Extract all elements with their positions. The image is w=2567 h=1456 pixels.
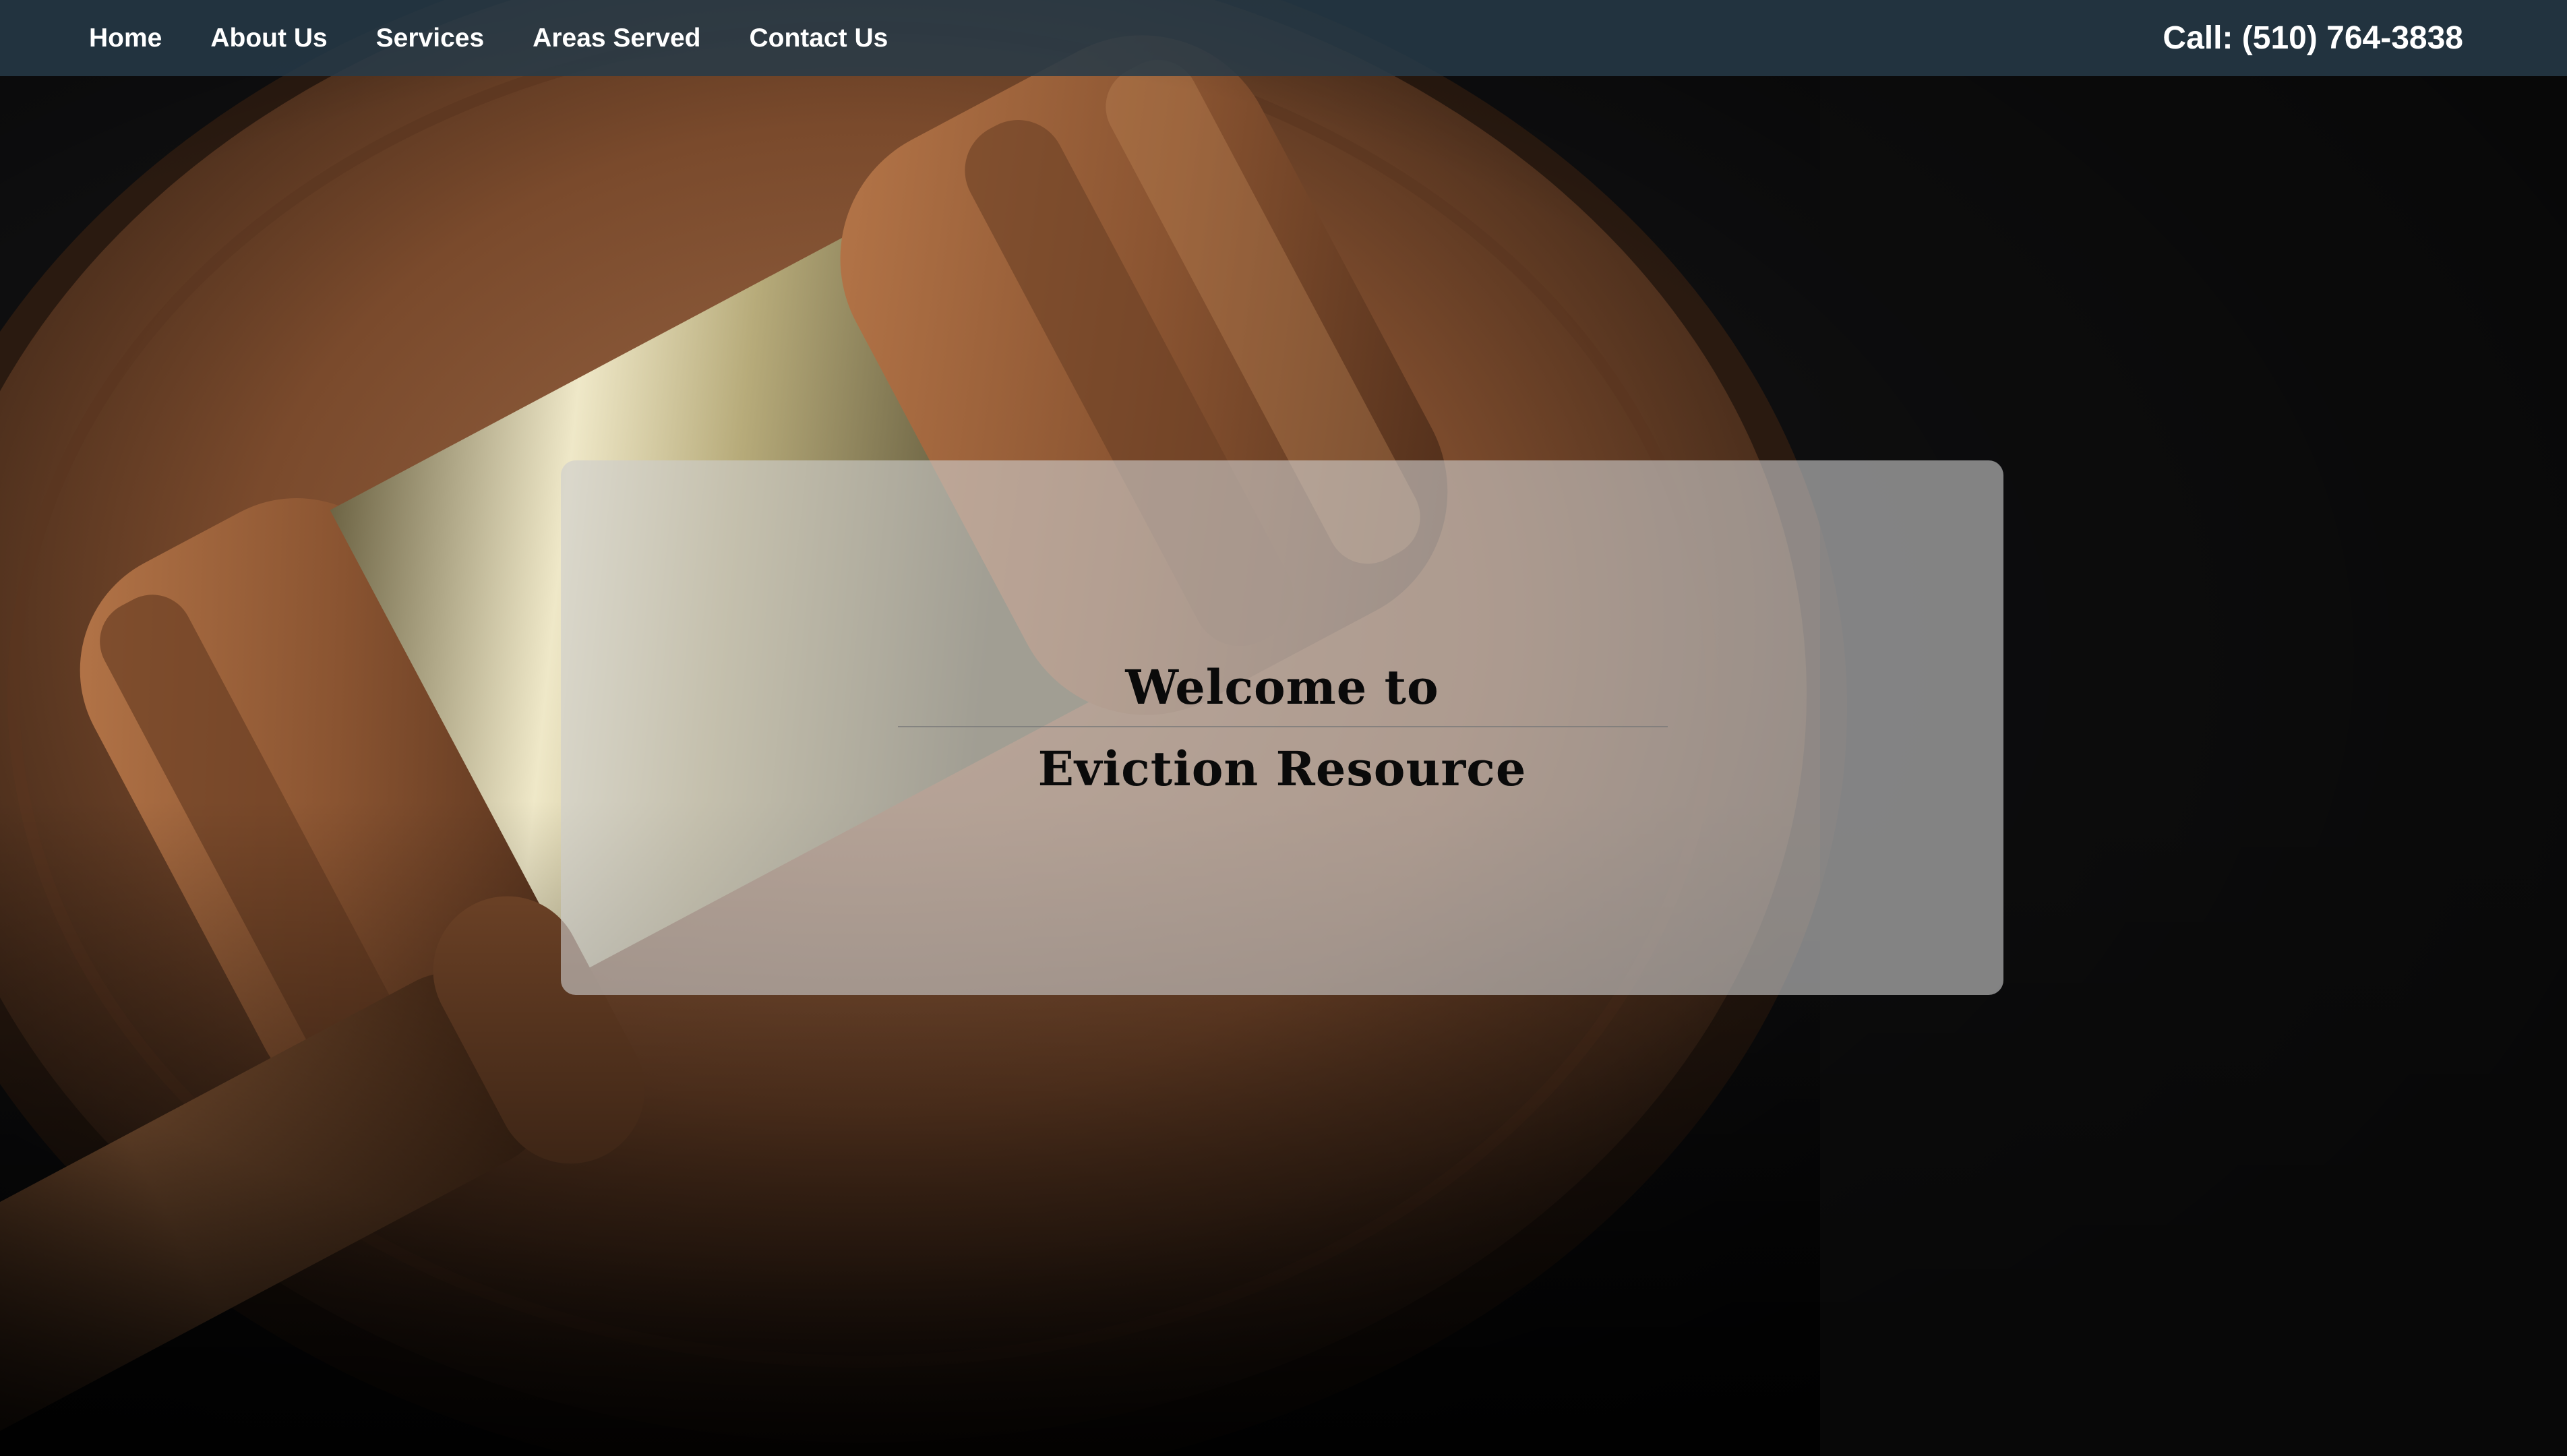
phone-call-link[interactable]: Call: (510) 764-3838: [2163, 0, 2463, 76]
welcome-heading-line2: Eviction Resource: [1037, 741, 1527, 797]
nav-links: Home About Us Services Areas Served Cont…: [89, 0, 936, 76]
top-navbar: Home About Us Services Areas Served Cont…: [0, 0, 2567, 76]
nav-link-areas-served[interactable]: Areas Served: [533, 24, 700, 53]
nav-link-home[interactable]: Home: [89, 24, 162, 53]
page: Home About Us Services Areas Served Cont…: [0, 0, 2567, 1456]
welcome-card: Welcome to Eviction Resource: [561, 460, 2003, 995]
nav-link-about-us[interactable]: About Us: [210, 24, 327, 53]
nav-link-services[interactable]: Services: [376, 24, 484, 53]
welcome-heading-line1: Welcome to: [1125, 659, 1439, 715]
nav-link-contact-us[interactable]: Contact Us: [750, 24, 888, 53]
welcome-divider: [898, 726, 1668, 727]
